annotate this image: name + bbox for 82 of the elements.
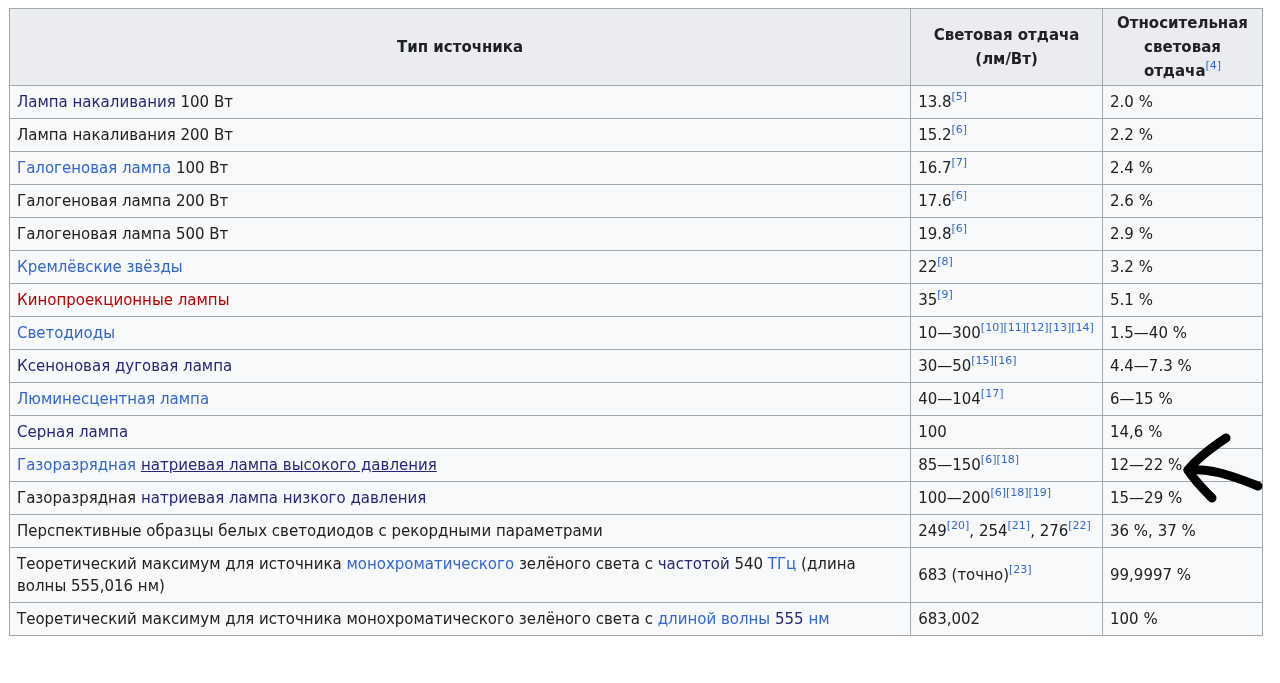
citation-link[interactable]: [6] [951,222,968,236]
citation-link[interactable]: [10] [980,321,1004,335]
article-link[interactable]: Газоразрядная [17,456,137,474]
table-cell: Галогеновая лампа 100 Вт [9,151,911,185]
citation-link[interactable]: [22] [1068,519,1091,533]
table-cell: 15—29 % [1102,481,1263,515]
citation-link[interactable]: [23] [1009,563,1032,577]
article-link[interactable]: ТГц [767,555,797,573]
article-link[interactable]: Светодиоды [17,324,115,342]
citation-link[interactable]: [18] [996,453,1020,467]
citation-link[interactable]: [15] [971,354,994,368]
table-cell: 99,9997 % [1102,547,1263,603]
citation-link[interactable]: [6] [990,486,1006,500]
article-link[interactable]: Лампа накаливания [17,93,176,111]
table-cell: 14,6 % [1102,415,1263,449]
table-cell: 100 [910,415,1103,449]
table-cell: 2.9 % [1102,217,1263,251]
table-cell: Галогеновая лампа 500 Вт [9,217,911,251]
citation-link[interactable]: [6] [980,453,997,467]
citation-link[interactable]: [16] [993,354,1017,368]
table-cell: 2.0 % [1102,85,1263,119]
table-cell: 40—104$^{[17]}$ [910,382,1103,416]
table-cell: 3.2 % [1102,250,1263,284]
table-cell: Перспективные образцы белых светодиодов с рекордными параметрами [9,514,911,548]
citation-link[interactable]: [11] [1003,321,1027,335]
table-cell: 35$^{[9]}$ [910,283,1103,317]
article-link[interactable]: натриевая лампа высокого давления [140,456,437,474]
article-link[interactable]: Галогеновая лампа [17,159,172,177]
table-cell: 13.8$^{[5]}$ [910,85,1103,119]
table-cell: 36 %, 37 % [1102,514,1263,548]
article-link[interactable]: Кремлёвские звёзды [17,258,183,276]
table-cell: Галогеновая лампа 200 Вт [9,184,911,218]
citation-link[interactable]: [6] [951,189,968,203]
table-cell: 683,002 [910,602,1103,636]
table-cell: 683 (точно)$^{[23]}$ [910,547,1103,603]
article-link[interactable]: Серная лампа [17,423,129,441]
table-cell: 19.8$^{[6]}$ [910,217,1103,251]
table-cell: Теоретический максимум для источника монохроматического зелёного света с длиной волны 555 нм [9,602,911,636]
article-link[interactable]: Кинопроекционные лампы [17,291,230,309]
citation-link[interactable]: [9] [937,288,953,302]
column-header: Относительная световая отдача$^{[4]}$ [1102,8,1263,86]
citation-link[interactable]: [21] [1007,519,1031,533]
article-link[interactable]: Ксеноновая дуговая лампа [17,357,233,375]
table-cell: 2.6 % [1102,184,1263,218]
table-cell: Газоразрядная натриевая лампа низкого давления [9,481,911,515]
table-cell: 2.4 % [1102,151,1263,185]
citation-link[interactable]: [12] [1026,321,1049,335]
table-cell: 17.6$^{[6]}$ [910,184,1103,218]
citation-link[interactable]: [5] [951,90,968,104]
table-cell: 1.5—40 % [1102,316,1263,350]
column-header: Тип источника [9,8,911,86]
table-cell: 2.2 % [1102,118,1263,152]
table-cell: 6—15 % [1102,382,1263,416]
article-link[interactable]: натриевая лампа низкого давления [140,489,427,507]
article-link[interactable]: нм [808,610,830,628]
article-link[interactable]: длиной волны [657,610,771,628]
table-cell: 16.7$^{[7]}$ [910,151,1103,185]
table-cell: Лампа накаливания 100 Вт [9,85,911,119]
citation-link[interactable]: [13] [1048,321,1072,335]
column-header: Световая отдача (лм/Вт) [910,8,1103,86]
table-cell: 5.1 % [1102,283,1263,317]
citation-link[interactable]: [8] [937,255,953,269]
citation-link[interactable]: [7] [951,156,968,170]
citation-link[interactable]: [4] [1205,59,1222,73]
citation-link[interactable]: [6] [951,123,968,137]
article-link[interactable]: 555 [774,610,804,628]
table-cell: 22$^{[8]}$ [910,250,1103,284]
article-link[interactable]: монохроматического [346,555,515,573]
table-cell: Лампа накаливания 200 Вт [9,118,911,152]
table-cell: 12—22 % [1102,448,1263,482]
table-cell: 249$^{[20]}$, 254$^{[21]}$, 276$^{[22]}$ [910,514,1103,548]
table-cell: 15.2$^{[6]}$ [910,118,1103,152]
article-link[interactable]: Люминесцентная лампа [17,390,210,408]
citation-link[interactable]: [17] [980,387,1004,401]
citation-link[interactable]: [20] [946,519,970,533]
citation-link[interactable]: [18] [1006,486,1029,500]
article-link[interactable]: частотой [657,555,730,573]
table-cell: 4.4—7.3 % [1102,349,1263,383]
table-cell: Теоретический максимум для источника монохроматического зелёного света с частотой 540 ТГц (длина волны 555,016 нм) [9,547,911,603]
citation-link[interactable]: [14] [1071,321,1094,335]
table-cell: 100 % [1102,602,1263,636]
citation-link[interactable]: [19] [1028,486,1052,500]
